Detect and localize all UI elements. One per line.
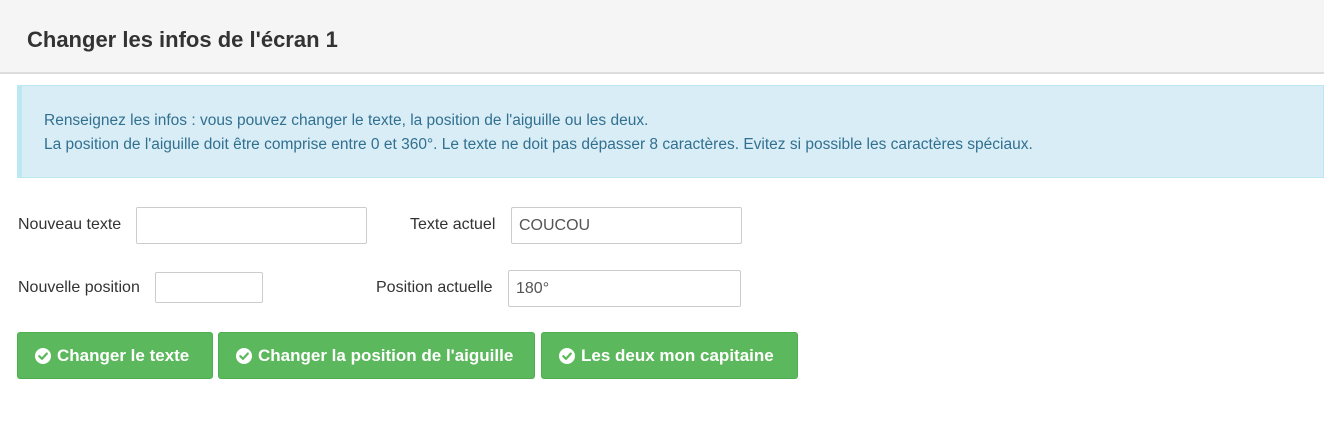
info-alert: Renseignez les infos : vous pouvez chang… [17,85,1324,178]
current-text-label: Texte actuel [410,216,496,233]
check-circle-icon [35,347,51,364]
page-title: Changer les infos de l'écran 1 [27,27,338,52]
change-both-button[interactable]: Les deux mon capitaine [541,332,798,379]
current-text-field[interactable] [511,207,742,244]
new-text-label: Nouveau texte [18,216,122,233]
info-text-line-2: La position de l'aiguille doit être comp… [44,136,1033,153]
change-text-button[interactable]: Changer le texte [17,332,213,379]
current-position-field[interactable] [508,270,741,307]
check-circle-icon [559,347,575,364]
info-text-line-1: Renseignez les infos : vous pouvez chang… [44,112,649,129]
new-position-label: Nouvelle position [18,279,140,296]
modal-header: Changer les infos de l'écran 1 [0,0,1324,74]
change-both-button-label: Les deux mon capitaine [581,345,774,365]
new-text-input[interactable] [136,207,367,244]
new-position-input[interactable] [155,272,263,303]
change-position-button[interactable]: Changer la position de l'aiguille [218,332,535,379]
check-circle-icon [236,347,252,364]
change-position-button-label: Changer la position de l'aiguille [258,345,514,365]
change-text-button-label: Changer le texte [57,345,190,365]
current-position-label: Position actuelle [376,279,493,296]
